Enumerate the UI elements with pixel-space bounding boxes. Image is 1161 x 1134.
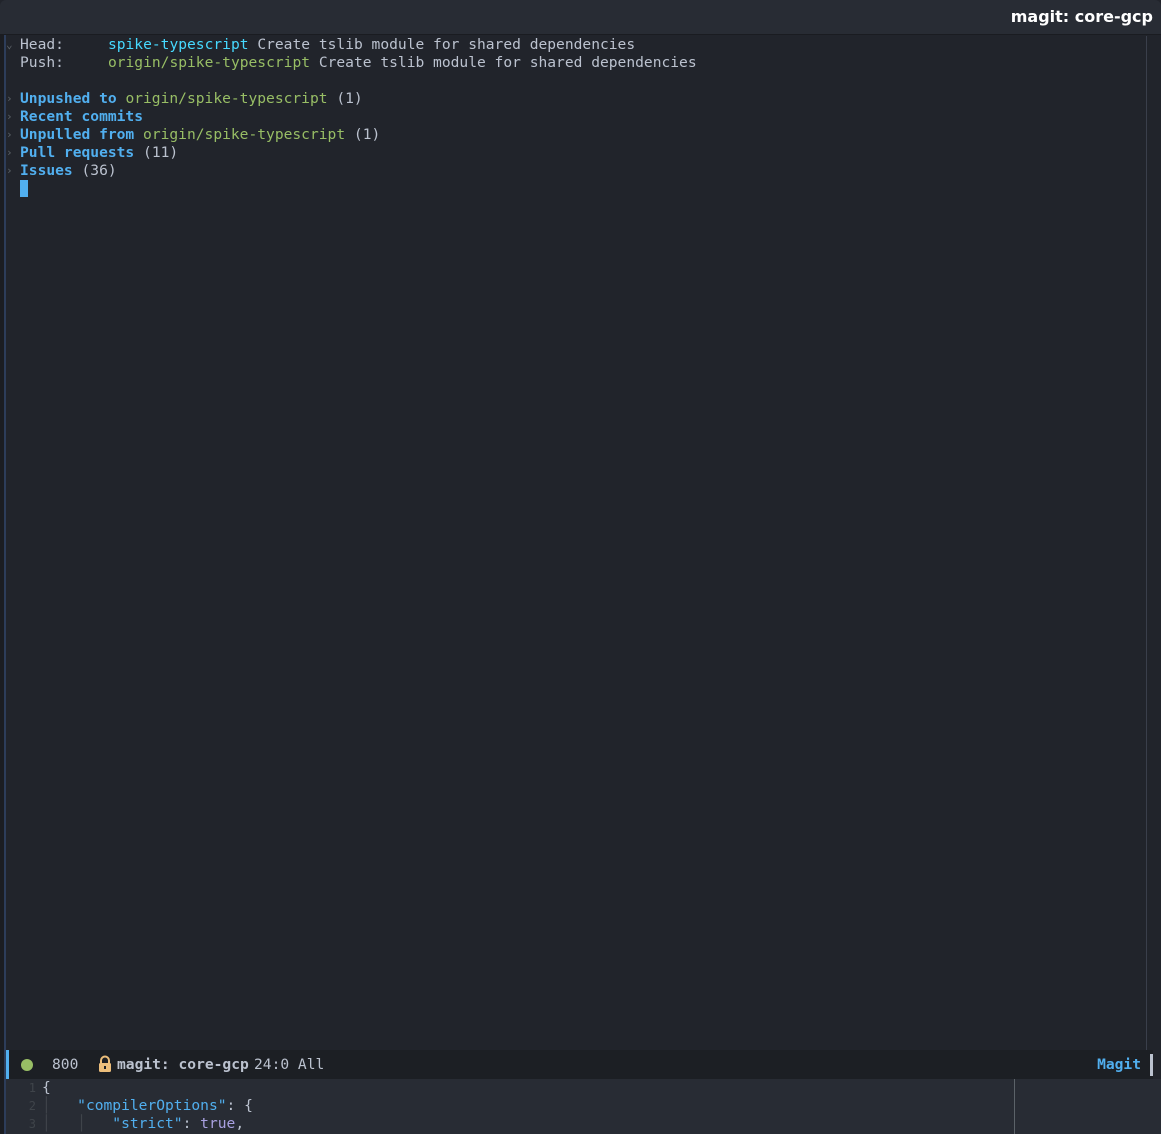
- indent-guide: │: [42, 1097, 78, 1114]
- status-dot-icon: [21, 1059, 33, 1071]
- section-issues[interactable]: Issues (36): [20, 162, 117, 180]
- section-heading: Pull requests: [20, 144, 135, 161]
- section-pull-requests[interactable]: Pull requests (11): [20, 144, 178, 162]
- code-key: "strict": [112, 1115, 183, 1132]
- code-punct: ,: [235, 1115, 245, 1132]
- section-heading: Issues: [20, 162, 73, 179]
- section-heading: Recent commits: [20, 108, 144, 125]
- buffer-name[interactable]: magit: core-gcp: [117, 1056, 249, 1073]
- section-count: (1): [353, 126, 381, 143]
- code-punct: : {: [226, 1097, 253, 1114]
- push-message: Create tslib module for shared dependenc…: [318, 54, 697, 71]
- window-divider[interactable]: [1014, 1079, 1015, 1134]
- major-mode[interactable]: Magit: [1097, 1056, 1141, 1073]
- chevron-right-icon[interactable]: ›: [6, 108, 18, 126]
- push-branch[interactable]: origin/spike-typescript: [108, 54, 310, 71]
- code-key: "compilerOptions": [77, 1097, 227, 1114]
- section-unpushed[interactable]: Unpushed to origin/spike-typescript (1): [20, 90, 363, 108]
- section-heading: Unpushed to: [20, 90, 117, 107]
- head-label: Head:: [20, 36, 64, 53]
- section-branch: origin/spike-typescript: [125, 90, 328, 107]
- code-buffer[interactable]: 1{ 2 │ "compilerOptions": { 3 │ │ "strict"…: [6, 1079, 1161, 1134]
- magit-status-buffer[interactable]: ⌄ Head: spike-typescript Create tslib mod…: [6, 36, 1146, 1050]
- code-line[interactable]: 1{: [6, 1079, 51, 1097]
- code-punct: :: [182, 1115, 201, 1132]
- push-line[interactable]: Push: origin/spike-typescript Create tsli…: [20, 54, 697, 72]
- indent-guide: │ │: [42, 1115, 113, 1132]
- code-line[interactable]: 2 │ "compilerOptions": {: [6, 1097, 253, 1115]
- line-number: 1: [28, 1081, 36, 1095]
- head-line[interactable]: Head: spike-typescript Create tslib modul…: [20, 36, 635, 54]
- chevron-right-icon[interactable]: ›: [6, 90, 18, 108]
- window-title: magit: core-gcp: [1010, 7, 1153, 26]
- section-heading: Unpulled from: [20, 126, 135, 143]
- code-value: true: [200, 1115, 236, 1132]
- text-cursor: [20, 180, 28, 197]
- section-count: (36): [81, 162, 117, 179]
- modeline-right-edge: [1150, 1054, 1153, 1076]
- section-recent-commits[interactable]: Recent commits: [20, 108, 143, 126]
- line-number: 2: [28, 1099, 36, 1113]
- section-branch: origin/spike-typescript: [143, 126, 346, 143]
- window-titlebar[interactable]: magit: core-gcp: [0, 0, 1161, 35]
- section-unpulled[interactable]: Unpulled from origin/spike-typescript (1…: [20, 126, 380, 144]
- mode-line[interactable]: 800 magit: core-gcp 24:0 All Magit: [6, 1050, 1153, 1079]
- head-message: Create tslib module for shared dependenc…: [257, 36, 636, 53]
- head-branch[interactable]: spike-typescript: [108, 36, 249, 53]
- line-number: 3: [28, 1117, 36, 1131]
- chevron-right-icon[interactable]: ›: [6, 162, 18, 180]
- line-count: 800: [52, 1056, 79, 1073]
- section-count: (11): [143, 144, 179, 161]
- code-text: {: [42, 1079, 51, 1096]
- cursor-position: 24:0 All: [254, 1056, 325, 1073]
- push-label: Push:: [20, 54, 64, 71]
- code-line[interactable]: 3 │ │ "strict": true,: [6, 1115, 244, 1133]
- chevron-right-icon[interactable]: ›: [6, 144, 18, 162]
- window-divider[interactable]: [1146, 36, 1147, 1050]
- lock-icon: [99, 1055, 111, 1072]
- fold-open-icon[interactable]: ⌄: [6, 36, 18, 54]
- chevron-right-icon[interactable]: ›: [6, 126, 18, 144]
- section-count: (1): [336, 90, 363, 107]
